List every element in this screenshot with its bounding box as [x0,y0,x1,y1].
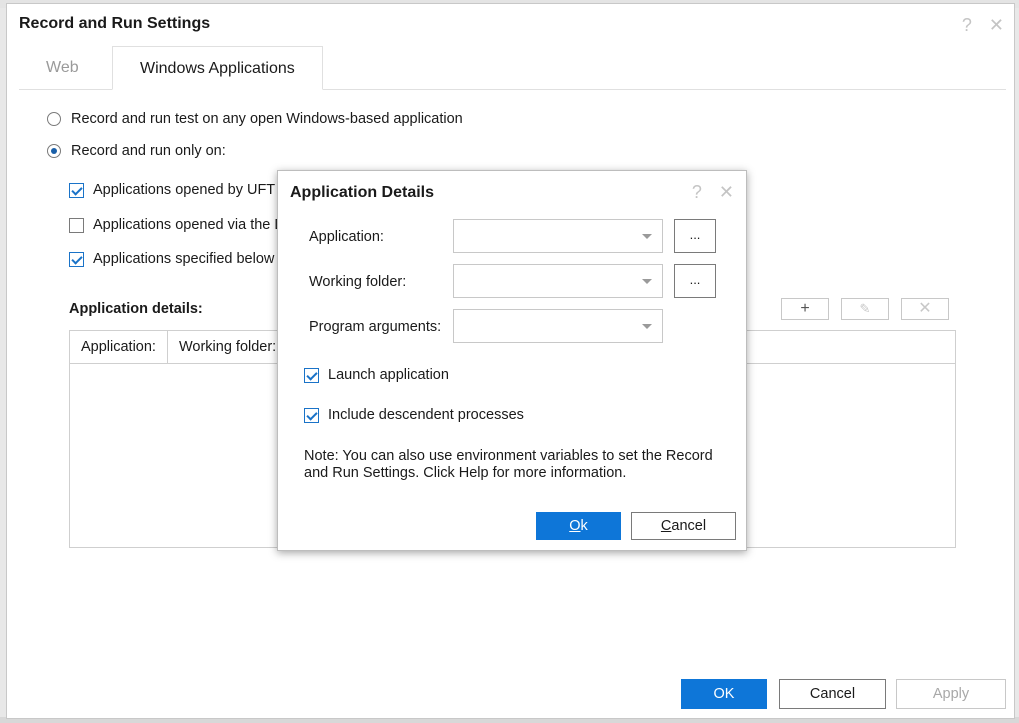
column-header-application[interactable]: Application: [70,331,168,363]
application-combo[interactable] [453,219,663,253]
checkbox-label: Applications specified below [93,251,275,267]
checkbox-label: Include descendent processes [328,407,524,423]
chevron-down-icon[interactable] [642,324,652,329]
checkbox-label: Launch application [328,367,449,383]
application-details-label: Application details: [69,301,203,317]
radio-button[interactable] [47,144,61,158]
radio-label: Record and run test on any open Windows-… [71,111,463,127]
mnemonic-letter: O [569,518,581,534]
modal-title: Application Details [290,184,435,201]
checkbox-label: Applications opened by UFT [93,182,276,198]
include-descendent-checkbox-row[interactable]: Include descendent processes [304,407,524,423]
working-folder-combo[interactable] [453,264,663,298]
radio-button[interactable] [47,112,61,126]
note-text: Note: You can also use environment varia… [304,448,713,481]
browse-working-folder-button[interactable]: ... [674,264,716,298]
application-details-dialog: Application Details ? ✕ Application: ...… [277,170,747,551]
checkbox-opened-by-uft[interactable]: Applications opened by UFT [69,182,275,198]
apply-button[interactable]: Apply [896,679,1006,709]
checkbox-opened-via[interactable]: Applications opened via the D [69,217,285,233]
dialog-title: Record and Run Settings [19,15,211,32]
ok-button[interactable]: OK [681,679,767,709]
button-label-rest: ancel [671,518,707,534]
cancel-button[interactable]: Cancel [779,679,886,709]
radio-any-application[interactable]: Record and run test on any open Windows-… [47,111,463,127]
add-button[interactable]: + [781,298,829,320]
mnemonic-letter: C [660,518,672,534]
checkbox-label: Applications opened via the D [93,217,285,233]
modal-title-icons: ? ✕ [680,182,734,203]
program-arguments-field-label: Program arguments: [309,319,442,335]
checkbox[interactable] [69,182,84,198]
program-arguments-combo[interactable] [453,309,663,343]
button-label-rest: k [580,518,588,534]
chevron-down-icon[interactable] [642,234,652,239]
modal-cancel-button[interactable]: Cancel [631,512,736,540]
radio-label: Record and run only on: [71,143,226,159]
tab-windows-applications[interactable]: Windows Applications [112,46,323,90]
help-icon[interactable]: ? [692,182,702,203]
modal-ok-button[interactable]: Ok [536,512,621,540]
column-header-working-folder[interactable]: Working folder: [168,331,289,363]
close-icon[interactable]: ✕ [989,15,1004,36]
close-icon[interactable]: ✕ [719,182,734,203]
browse-application-button[interactable]: ... [674,219,716,253]
checkbox[interactable] [304,407,319,423]
edit-button[interactable]: ✎ [841,298,889,320]
tab-bar: Web Windows Applications [19,46,1006,90]
launch-application-checkbox-row[interactable]: Launch application [304,367,449,383]
delete-button[interactable]: ✕ [901,298,949,320]
checkbox[interactable] [69,217,84,233]
chevron-down-icon[interactable] [642,279,652,284]
dialog-title-icons: ? ✕ [950,15,1004,36]
help-icon[interactable]: ? [962,15,972,36]
checkbox-specified-below[interactable]: Applications specified below [69,251,274,267]
tab-web[interactable]: Web [19,46,106,88]
radio-only-on[interactable]: Record and run only on: [47,143,226,159]
checkbox[interactable] [304,367,319,383]
working-folder-field-label: Working folder: [309,274,407,290]
checkbox[interactable] [69,251,84,267]
application-field-label: Application: [309,229,384,245]
